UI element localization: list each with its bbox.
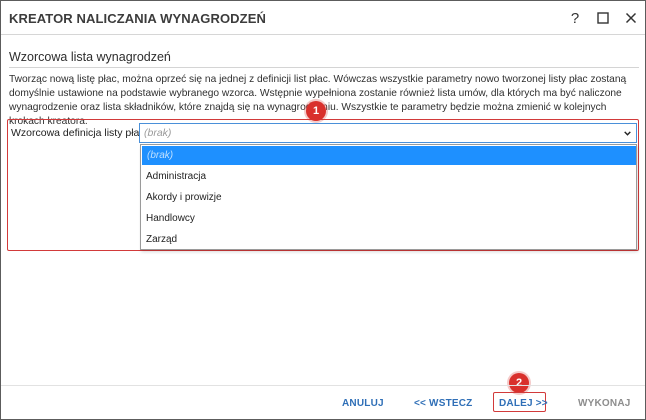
dropdown-option-zarzad[interactable]: Zarząd: [141, 230, 636, 250]
title-bar: KREATOR NALICZANIA WYNAGRODZEŃ ?: [1, 1, 645, 35]
wizard-window: KREATOR NALICZANIA WYNAGRODZEŃ ? Wzorcow…: [0, 0, 646, 420]
chevron-down-icon: [624, 131, 631, 136]
dropdown-option-akordy[interactable]: Akordy i prowizje: [141, 188, 636, 208]
template-definition-dropdown: (brak) Administracja Akordy i prowizje H…: [140, 144, 637, 250]
template-definition-select[interactable]: (brak): [139, 123, 637, 143]
back-button[interactable]: << WSTECZ: [414, 398, 472, 409]
footer-divider: [1, 385, 645, 386]
close-icon[interactable]: [620, 8, 642, 28]
cancel-button[interactable]: ANULUJ: [342, 398, 384, 409]
maximize-icon[interactable]: [592, 8, 614, 28]
step-badge-2: 2: [509, 373, 529, 393]
next-button[interactable]: DALEJ >>: [499, 398, 548, 409]
help-icon[interactable]: ?: [564, 8, 586, 28]
select-current-value: (brak): [144, 127, 172, 139]
dropdown-option-administracja[interactable]: Administracja: [141, 167, 636, 187]
template-definition-label: Wzorcowa definicja listy płac:: [11, 127, 148, 139]
dropdown-option-handlowcy[interactable]: Handlowcy: [141, 209, 636, 229]
step-badge-1: 1: [306, 101, 326, 121]
section-divider: [9, 67, 639, 68]
section-title: Wzorcowa lista wynagrodzeń: [9, 50, 171, 64]
dropdown-option-brak[interactable]: (brak): [142, 146, 636, 165]
window-title: KREATOR NALICZANIA WYNAGRODZEŃ: [9, 11, 266, 26]
finish-button[interactable]: WYKONAJ: [578, 398, 631, 409]
